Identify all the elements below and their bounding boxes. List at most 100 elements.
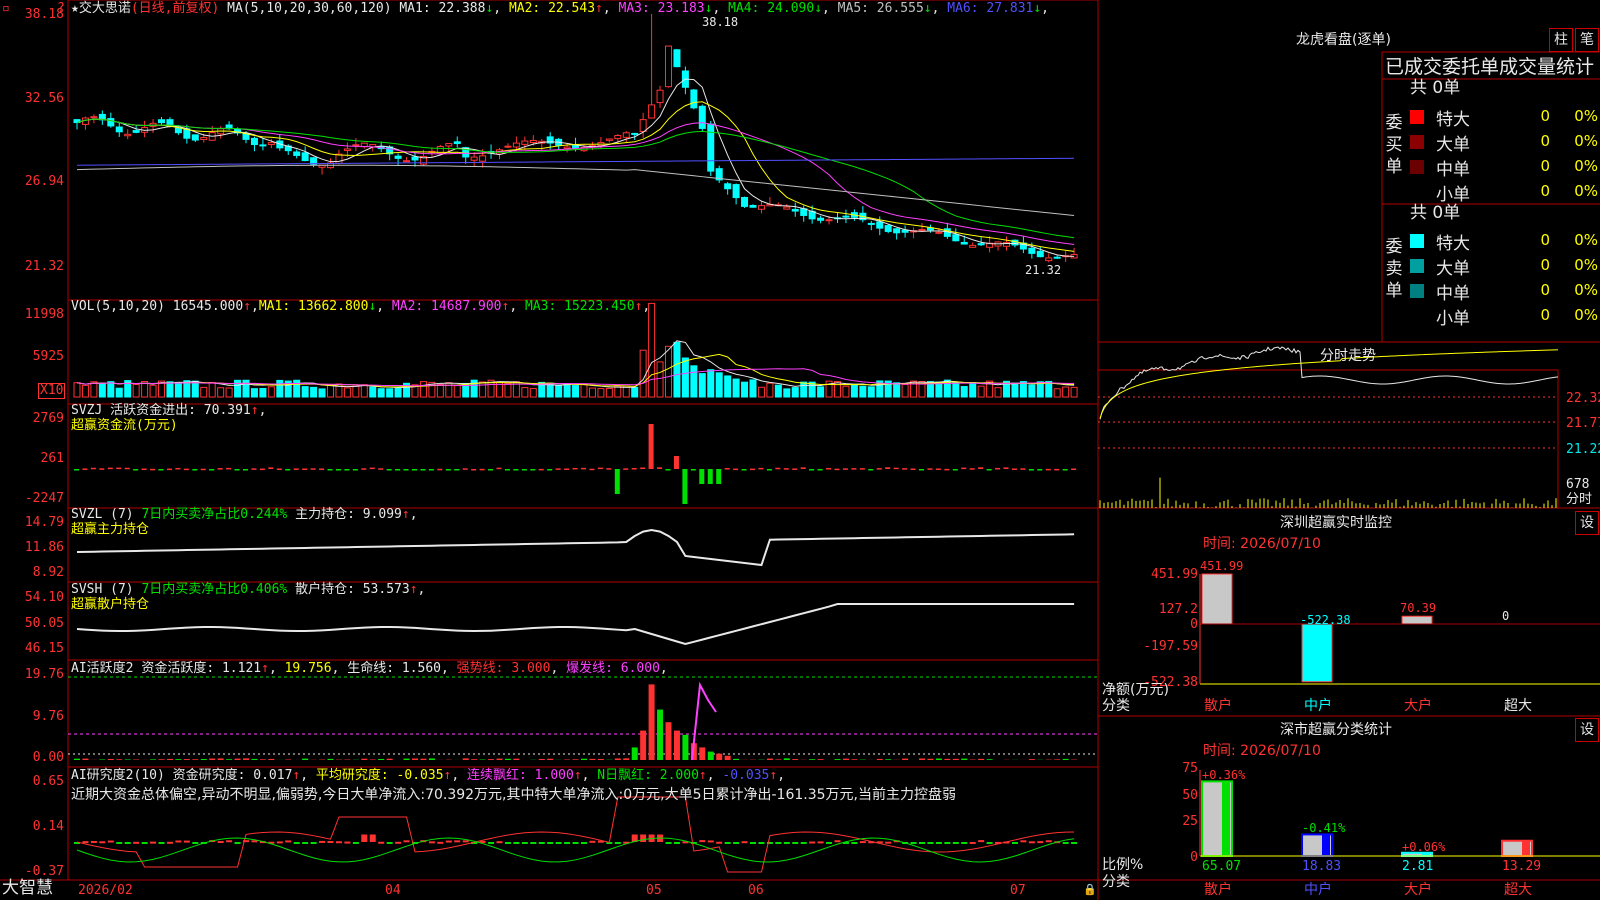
research-bar xyxy=(488,842,495,844)
fund-flow-bar xyxy=(158,469,164,471)
activity-bar xyxy=(99,759,106,760)
order-pct: 0% xyxy=(1574,107,1598,125)
activity-bar xyxy=(183,759,190,760)
classify-change: -0.41% xyxy=(1302,821,1346,836)
fund-flow-bar xyxy=(589,468,595,471)
research-bar xyxy=(758,842,765,844)
fund-flow-bar xyxy=(285,469,291,471)
order-value: 0 xyxy=(1540,231,1550,249)
classify-category: 超大 xyxy=(1504,882,1532,898)
vol-unit-badge[interactable]: X10 xyxy=(38,383,66,399)
volume-bar xyxy=(73,382,81,398)
volume-bar xyxy=(681,357,689,398)
monitor-ylabel: 净额(万元) xyxy=(1102,682,1169,698)
fund-flow-bar xyxy=(361,468,367,470)
order-pct: 0% xyxy=(1574,231,1598,249)
volume-bar xyxy=(107,381,115,398)
activity-bar xyxy=(175,759,182,760)
activity-bar xyxy=(166,758,173,760)
fund-flow-bar xyxy=(344,469,350,471)
classify-value: 2.81 xyxy=(1402,859,1434,874)
fund-flow-bar xyxy=(707,469,713,484)
order-category: 特大 xyxy=(1436,110,1470,130)
chart-canvas[interactable] xyxy=(0,0,1600,900)
volume-bar xyxy=(267,386,275,398)
research-bar xyxy=(82,841,89,844)
classify-bar-stripe xyxy=(1322,834,1330,856)
monitor-settings-button[interactable]: 设 xyxy=(1575,511,1599,535)
fund-flow-bar xyxy=(876,468,882,470)
order-color-swatch xyxy=(1410,160,1424,174)
lock-icon[interactable]: 🔒 xyxy=(1083,882,1097,898)
activity-bar xyxy=(74,758,80,760)
research-bar xyxy=(513,842,520,844)
order-value: 0 xyxy=(1540,107,1550,125)
candle xyxy=(724,183,732,190)
volume-bar xyxy=(656,361,664,398)
volume-bar xyxy=(225,387,233,398)
fund-flow-bar xyxy=(302,468,308,470)
ma-items-4: MA5: 26.555 xyxy=(837,1,924,16)
fund-flow-bar xyxy=(1020,468,1026,470)
brand-logo[interactable]: 大智慧 xyxy=(2,880,53,897)
svsh-axis-2: 50.05 xyxy=(24,616,64,631)
classify-settings-button[interactable]: 设 xyxy=(1575,718,1599,742)
volume-bar xyxy=(327,384,334,398)
fenshi-vol-value: 678 xyxy=(1566,477,1590,492)
svsh-subtitle: 超赢散户持仓 xyxy=(71,597,150,612)
order-color-swatch xyxy=(1410,259,1424,273)
red-corner-marker: ▫ xyxy=(2,1,10,16)
fund-flow-bar xyxy=(902,468,908,470)
fund-flow-bar xyxy=(437,468,443,471)
research-bar xyxy=(99,841,106,844)
research-bar xyxy=(800,842,807,844)
order-color-swatch xyxy=(1410,309,1424,323)
research-bar xyxy=(961,842,968,844)
research-bar xyxy=(445,840,452,843)
volume-bar xyxy=(842,385,850,398)
candle xyxy=(960,241,968,245)
candle xyxy=(690,89,698,109)
ma-params: MA(5,10,20,30,60,120) xyxy=(227,1,392,16)
activity-bar xyxy=(919,758,925,760)
bar-view-button[interactable]: 柱 xyxy=(1549,28,1573,52)
date-label-4: 06 xyxy=(748,883,764,898)
activity-bar xyxy=(597,758,604,760)
research-bar xyxy=(724,842,731,844)
candle xyxy=(757,205,765,210)
volume-bar xyxy=(648,302,656,398)
research-bar xyxy=(276,841,283,844)
order-value: 0 xyxy=(1540,256,1550,274)
candle xyxy=(504,145,512,148)
svsh-axis-3: 46.15 xyxy=(24,641,64,656)
fund-flow-bar xyxy=(750,468,755,471)
activity-bar xyxy=(1054,759,1061,760)
activity-bar xyxy=(623,758,630,760)
volume-bar xyxy=(969,382,977,398)
price-axis-2: 32.56 xyxy=(24,91,64,106)
candle xyxy=(200,137,208,141)
candle xyxy=(1053,256,1061,259)
fund-flow-bar xyxy=(150,468,156,471)
stock-name[interactable]: 交大思诺 xyxy=(79,1,131,16)
tick-view-button[interactable]: 笔 xyxy=(1575,28,1599,52)
kline-mode[interactable]: (日线,前复权) xyxy=(131,1,219,16)
candle xyxy=(665,45,672,88)
candle xyxy=(1028,247,1036,254)
fund-flow-bar xyxy=(631,467,637,470)
sell-side-label: 委卖单 xyxy=(1385,237,1403,301)
ai2-items-2: 连续飘红: 1.000 xyxy=(467,768,574,783)
ma-line xyxy=(76,164,1075,217)
volume-bar xyxy=(1070,386,1078,398)
candle xyxy=(259,144,267,147)
research-bar xyxy=(538,842,545,844)
fund-flow-bar xyxy=(319,468,325,470)
volume-bar xyxy=(715,372,723,398)
monitor-bar-label: 451.99 xyxy=(1200,559,1244,573)
activity-bar xyxy=(817,759,824,760)
volume-bar xyxy=(436,383,444,398)
research-bar xyxy=(319,840,326,843)
candle xyxy=(158,119,165,124)
volume-bar xyxy=(310,386,318,398)
research-bar xyxy=(107,840,114,843)
